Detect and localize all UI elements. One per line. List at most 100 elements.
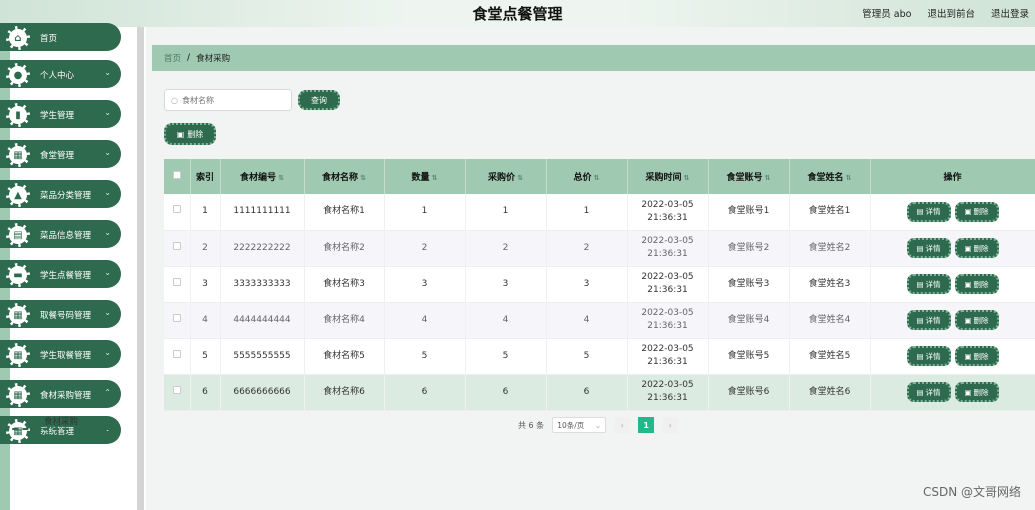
row-actions: ▤ 详情 ▣ 删除 (870, 338, 1035, 375)
chevron-icon: ⌄ (104, 68, 111, 77)
detail-button[interactable]: ▤ 详情 (906, 238, 951, 258)
row-checkbox[interactable] (172, 313, 181, 322)
column-header-10: 操作 (870, 159, 1035, 194)
sort-icon[interactable]: ⇅ (278, 174, 284, 182)
document-icon: ▤ (916, 279, 924, 289)
detail-button-label: 详情 (925, 207, 941, 217)
column-header-6[interactable]: 总价 ⇅ (546, 159, 628, 194)
delete-button-label: 删除 (973, 279, 989, 289)
table-cell: 食材名称6 (304, 374, 385, 411)
detail-button[interactable]: ▤ 详情 (906, 382, 951, 402)
column-header-0[interactable] (164, 159, 191, 194)
logout-link[interactable]: 退出登录 (991, 6, 1029, 20)
table-cell: 3 (465, 266, 547, 303)
sort-icon[interactable]: ⇅ (360, 174, 366, 182)
detail-button[interactable]: ▤ 详情 (906, 274, 951, 294)
top-links: 管理员 abo 退出到前台 退出登录 (862, 6, 1029, 20)
sort-icon[interactable]: ⇅ (594, 174, 600, 182)
next-page-button[interactable]: › (662, 417, 679, 433)
table-cell: 食堂姓名6 (789, 374, 871, 411)
column-header-9[interactable]: 食堂姓名 ⇅ (789, 159, 871, 194)
column-header-4[interactable]: 数量 ⇅ (384, 159, 466, 194)
user-icon: ● (6, 63, 30, 87)
table-row[interactable]: 1 1111111111 食材名称1 1 1 1 2022-03-05 21:36:31 食堂… (164, 194, 1035, 231)
sidebar-item-9[interactable]: ▦ 学生取餐管理 ⌄ (0, 340, 121, 368)
table-cell: 2 (190, 230, 221, 267)
detail-button-label: 详情 (925, 279, 941, 289)
delete-button[interactable]: ▣ 删除 (954, 346, 999, 366)
sidebar-item-7[interactable]: ▬ 学生点餐管理 ⌄ (0, 260, 121, 288)
delete-button-label: 删除 (973, 387, 989, 397)
table-cell: 2022-03-05 21:36:31 (627, 302, 709, 339)
row-checkbox[interactable] (172, 385, 181, 394)
table-row[interactable]: 6 6666666666 食材名称6 6 6 6 2022-03-05 21:36:31 食堂… (164, 374, 1035, 411)
sort-icon[interactable]: ⇅ (846, 174, 852, 182)
table-cell: 2 (384, 230, 466, 267)
column-header-label: 索引 (195, 173, 214, 183)
search-button[interactable]: 查询 (298, 90, 340, 110)
trash-icon: ▣ (964, 387, 972, 397)
page-size-select[interactable]: 10条/页 ⌄ (552, 417, 607, 433)
trash-icon: ▣ (964, 207, 972, 217)
delete-button[interactable]: ▣ 删除 (954, 238, 999, 258)
column-header-label: 数量 (411, 173, 430, 183)
table-row[interactable]: 2 2222222222 食材名称2 2 2 2 2022-03-05 21:36:31 食堂… (164, 230, 1035, 267)
home-icon: ⌂ (6, 26, 30, 50)
sidebar-item-5[interactable]: ▲ 菜品分类管理 ⌄ (0, 180, 121, 208)
chevron-icon: ⌄ (104, 348, 111, 357)
sidebar-item-8[interactable]: ▦ 取餐号码管理 ⌄ (0, 300, 121, 328)
table-cell: 4 (190, 302, 221, 339)
column-header-7[interactable]: 采购时间 ⇅ (627, 159, 709, 194)
delete-button[interactable]: ▣ 删除 (954, 310, 999, 330)
detail-button[interactable]: ▤ 详情 (906, 310, 951, 330)
batch-delete-button[interactable]: ▣ 删除 (164, 123, 216, 145)
delete-button[interactable]: ▣ 删除 (954, 201, 999, 222)
column-header-5[interactable]: 采购价 ⇅ (465, 159, 547, 194)
row-checkbox[interactable] (172, 277, 181, 286)
table-cell: 食堂姓名4 (789, 302, 871, 339)
sort-icon[interactable]: ⇅ (684, 174, 690, 182)
sidebar-item-1[interactable]: ⌂ 首页 (0, 23, 121, 51)
table-cell: 食材名称1 (304, 194, 385, 231)
sidebar-item-2[interactable]: ● 个人中心 ⌄ (0, 60, 121, 88)
breadcrumb-home[interactable]: 首页 (164, 52, 181, 64)
sidebar-item-label: 食堂管理 (40, 151, 75, 161)
column-header-3[interactable]: 食材名称 ⇅ (304, 159, 385, 194)
row-checkbox[interactable] (172, 241, 181, 250)
table-row[interactable]: 3 3333333333 食材名称3 3 3 3 2022-03-05 21:36:31 食堂… (164, 266, 1035, 303)
sidebar-scrollbar[interactable] (137, 27, 144, 510)
column-header-2[interactable]: 食材编号 ⇅ (220, 159, 305, 194)
row-checkbox[interactable] (172, 205, 181, 214)
search-field[interactable]: ○ (164, 89, 292, 111)
search-input[interactable] (181, 95, 282, 105)
sidebar-item-6[interactable]: ▤ 菜品信息管理 ⌄ (0, 220, 121, 248)
page-number-current[interactable]: 1 (638, 417, 655, 433)
detail-button[interactable]: ▤ 详情 (906, 346, 951, 366)
row-actions: ▤ 详情 ▣ 删除 (870, 374, 1035, 411)
back-to-frontend-link[interactable]: 退出到前台 (927, 6, 975, 20)
sort-icon[interactable]: ⇅ (765, 174, 771, 182)
detail-button-label: 详情 (925, 243, 941, 253)
sort-icon[interactable]: ⇅ (432, 174, 438, 182)
trash-icon: ▣ (964, 315, 972, 325)
prev-page-button[interactable]: ‹ (614, 417, 631, 433)
sidebar-item-4[interactable]: ▦ 食堂管理 ⌄ (0, 140, 121, 168)
detail-button[interactable]: ▤ 详情 (906, 201, 951, 222)
table-cell: 6666666666 (220, 374, 305, 411)
row-checkbox[interactable] (172, 349, 181, 358)
delete-button[interactable]: ▣ 删除 (954, 382, 999, 402)
delete-button[interactable]: ▣ 删除 (954, 274, 999, 294)
table-cell: 5 (546, 338, 628, 375)
column-header-8[interactable]: 食堂账号 ⇅ (708, 159, 790, 194)
column-header-label: 操作 (943, 173, 962, 183)
sidebar-subitem-ingredient-purchase[interactable]: 食材采购 (44, 415, 78, 427)
table-row[interactable]: 4 4444444444 食材名称4 4 4 4 2022-03-05 21:36:31 食堂… (164, 302, 1035, 339)
sidebar-item-10[interactable]: ▦ 食材采购管理 ⌃ (0, 380, 121, 408)
table-row[interactable]: 5 5555555555 食材名称5 5 5 5 2022-03-05 21:36:31 食堂… (164, 338, 1035, 375)
sidebar-item-3[interactable]: ▮ 学生管理 ⌄ (0, 100, 121, 128)
grid-icon: ▦ (6, 383, 30, 407)
sort-icon[interactable]: ⇅ (517, 174, 523, 182)
select-all-checkbox[interactable] (172, 171, 181, 179)
sidebar-item-label: 菜品分类管理 (40, 191, 92, 201)
delete-button-label: 删除 (973, 207, 989, 217)
